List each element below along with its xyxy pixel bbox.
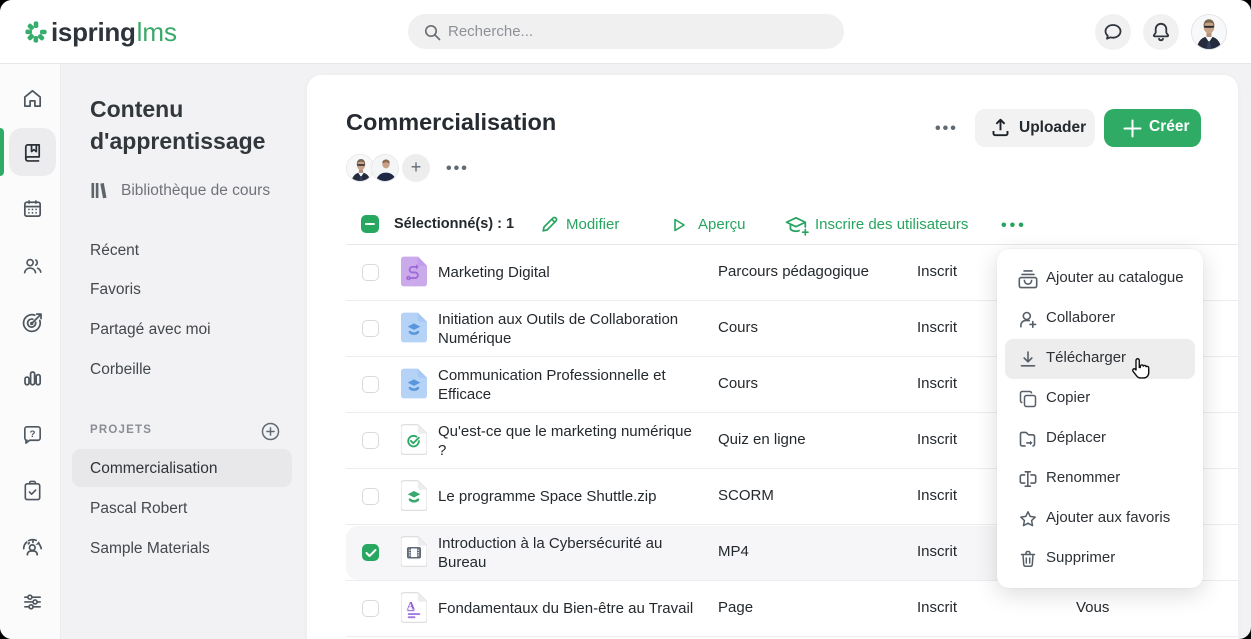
svg-text:?: ? bbox=[30, 429, 36, 440]
